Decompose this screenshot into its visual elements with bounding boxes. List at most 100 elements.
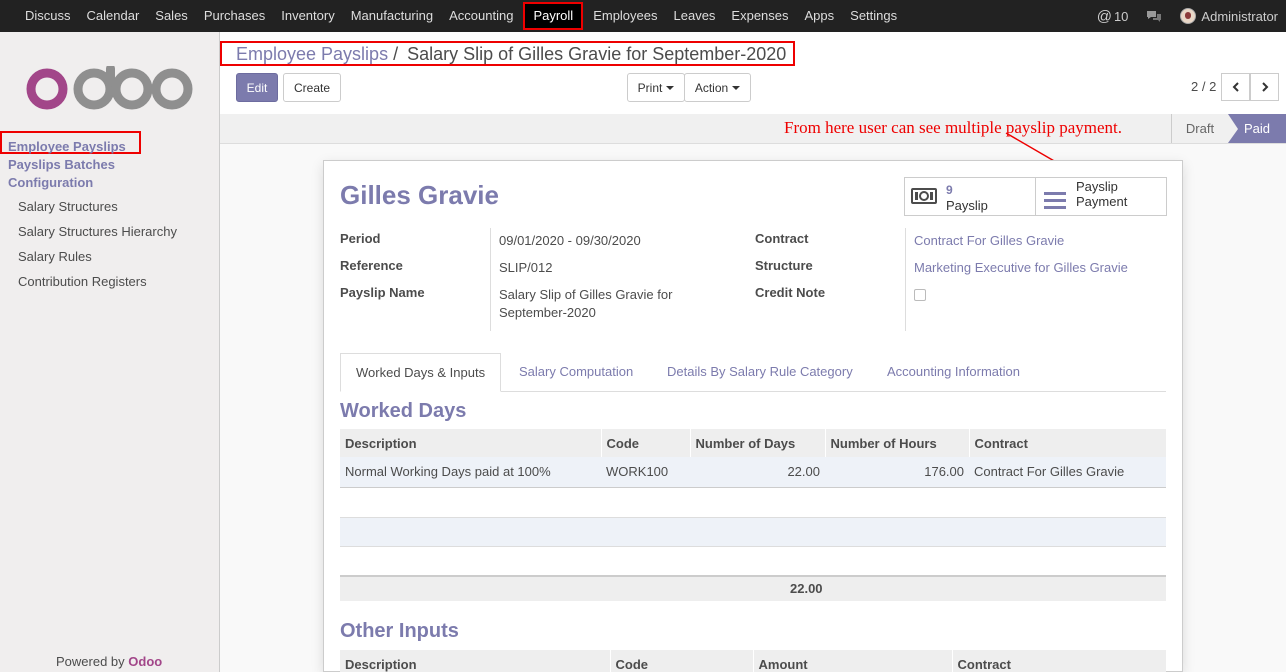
payslip-name-line1: Salary Slip of Gilles Gravie for xyxy=(499,287,673,302)
col-description[interactable]: Description xyxy=(340,429,601,457)
tab-worked-days-inputs[interactable]: Worked Days & Inputs xyxy=(340,353,502,392)
menu-item-inventory[interactable]: Inventory xyxy=(273,0,342,32)
sidebar-item-salary-rules[interactable]: Salary Rules xyxy=(18,249,92,264)
pager-previous-button[interactable] xyxy=(1221,73,1250,101)
chevron-right-icon xyxy=(1261,82,1268,92)
empty-row xyxy=(340,517,1166,547)
col-contract[interactable]: Contract xyxy=(968,429,1166,457)
tab-details-by-salary-rule-category[interactable]: Details By Salary Rule Category xyxy=(652,353,868,392)
col-amount[interactable]: Amount xyxy=(752,650,952,672)
money-icon xyxy=(911,188,937,204)
action-label: Action xyxy=(694,80,729,95)
breadcrumb-current: Salary Slip of Gilles Gravie for Septemb… xyxy=(407,44,787,64)
col-code[interactable]: Code xyxy=(600,429,690,457)
reference-label: Reference xyxy=(340,258,403,273)
col-code[interactable]: Code xyxy=(609,650,753,672)
chevron-left-icon xyxy=(1232,82,1239,92)
statusbar xyxy=(220,114,1286,144)
col-contract[interactable]: Contract xyxy=(951,650,1166,672)
pager-value[interactable]: 2 / 2 xyxy=(1191,79,1216,94)
tab-accounting-information[interactable]: Accounting Information xyxy=(872,353,1035,392)
cell-description: Normal Working Days paid at 100% xyxy=(340,457,601,488)
status-paid[interactable]: Paid xyxy=(1228,114,1286,143)
create-button[interactable]: Create xyxy=(283,73,341,102)
powered-brand-link[interactable]: Odoo xyxy=(128,654,162,669)
sidebar-item-salary-structures[interactable]: Salary Structures xyxy=(18,199,118,214)
structure-link[interactable]: Marketing Executive for Gilles Gravie xyxy=(914,260,1128,275)
navbar-right: @ 10 Administrator xyxy=(1097,0,1286,32)
sidebar-item-contribution-registers[interactable]: Contribution Registers xyxy=(18,274,147,289)
sidebar-item-employee-payslips[interactable]: Employee Payslips xyxy=(0,131,141,154)
table-row[interactable]: Normal Working Days paid at 100% WORK100… xyxy=(340,457,1166,488)
caret-down-icon xyxy=(666,85,675,90)
other-inputs-table: Description Code Amount Contract xyxy=(340,650,1166,672)
user-menu[interactable]: Administrator xyxy=(1180,8,1278,24)
at-icon: @ xyxy=(1096,7,1112,25)
group-divider xyxy=(490,228,491,331)
col-number-of-hours[interactable]: Number of Hours xyxy=(824,429,969,457)
menu-item-apps[interactable]: Apps xyxy=(797,0,843,32)
payslip-smart-label: Payslip xyxy=(946,198,988,213)
user-name: Administrator xyxy=(1201,8,1278,24)
sidebar-item-salary-structures-hierarchy[interactable]: Salary Structures Hierarchy xyxy=(18,224,177,239)
payslip-smart-button[interactable]: 9 Payslip xyxy=(904,177,1036,216)
menu-item-manufacturing[interactable]: Manufacturing xyxy=(343,0,441,32)
menu-item-accounting[interactable]: Accounting xyxy=(441,0,521,32)
menu-item-settings[interactable]: Settings xyxy=(842,0,905,32)
powered-by: Powered by Odoo xyxy=(56,654,162,669)
powered-prefix: Powered by xyxy=(56,654,125,669)
pager-next-button[interactable] xyxy=(1250,73,1279,101)
menu-item-payroll[interactable]: Payroll xyxy=(523,2,584,30)
breadcrumb-separator: / xyxy=(393,44,399,64)
worked-days-title: Worked Days xyxy=(340,400,467,422)
col-description[interactable]: Description xyxy=(340,650,610,672)
group-divider xyxy=(905,228,906,331)
menu-item-expenses[interactable]: Expenses xyxy=(723,0,796,32)
breadcrumb: Employee Payslips / Salary Slip of Gille… xyxy=(220,41,795,66)
print-label: Print xyxy=(637,80,663,95)
tab-salary-computation[interactable]: Salary Computation xyxy=(504,353,648,392)
contract-link[interactable]: Contract For Gilles Gravie xyxy=(914,233,1064,248)
payslip-name-line2: September-2020 xyxy=(499,305,596,320)
payslip-name-label: Payslip Name xyxy=(340,285,425,300)
activity-indicator[interactable]: @ 10 xyxy=(1097,8,1129,25)
edit-button[interactable]: Edit xyxy=(236,73,278,102)
payslip-payment-smart-button[interactable]: Payslip Payment xyxy=(1035,177,1167,216)
payment-label-line2: Payment xyxy=(1076,194,1128,209)
menu-item-leaves[interactable]: Leaves xyxy=(666,0,724,32)
period-value: 09/01/2020 - 09/30/2020 xyxy=(499,233,641,248)
menu-item-sales[interactable]: Sales xyxy=(147,0,196,32)
sidebar: Employee Payslips Payslips Batches Confi… xyxy=(0,32,220,672)
sidebar-item-configuration: Configuration xyxy=(8,175,94,190)
col-number-of-days[interactable]: Number of Days xyxy=(689,429,825,457)
list-icon xyxy=(1044,192,1066,209)
chat-icon[interactable] xyxy=(1146,10,1162,23)
reference-value: SLIP/012 xyxy=(499,260,553,275)
cell-hours: 176.00 xyxy=(825,457,969,488)
odoo-logo xyxy=(26,66,193,110)
caret-down-icon xyxy=(732,85,741,90)
action-dropdown[interactable]: Action xyxy=(684,73,751,102)
contract-label: Contract xyxy=(755,231,809,246)
menu-item-employees[interactable]: Employees xyxy=(585,0,665,32)
menu-item-purchases[interactable]: Purchases xyxy=(196,0,273,32)
totals-row xyxy=(340,575,1166,601)
menu-item-calendar[interactable]: Calendar xyxy=(79,0,148,32)
other-inputs-title: Other Inputs xyxy=(340,620,459,642)
activity-count: 10 xyxy=(1113,8,1129,24)
cell-contract: Contract For Gilles Gravie xyxy=(969,457,1166,488)
menu-item-discuss[interactable]: Discuss xyxy=(17,0,79,32)
cell-days: 22.00 xyxy=(690,457,825,488)
breadcrumb-parent[interactable]: Employee Payslips xyxy=(236,44,388,64)
top-navbar: Discuss Calendar Sales Purchases Inventory Ma… xyxy=(0,0,1286,32)
status-draft[interactable]: Draft xyxy=(1171,114,1228,143)
credit-note-label: Credit Note xyxy=(755,285,826,300)
avatar xyxy=(1180,8,1197,24)
sidebar-item-payslips-batches[interactable]: Payslips Batches xyxy=(8,157,115,172)
cell-code: WORK100 xyxy=(601,457,690,488)
payslip-count: 9 xyxy=(946,183,953,197)
credit-note-checkbox[interactable] xyxy=(914,289,926,301)
payment-label-line1: Payslip xyxy=(1076,179,1118,194)
print-dropdown[interactable]: Print xyxy=(627,73,685,102)
structure-label: Structure xyxy=(755,258,813,273)
